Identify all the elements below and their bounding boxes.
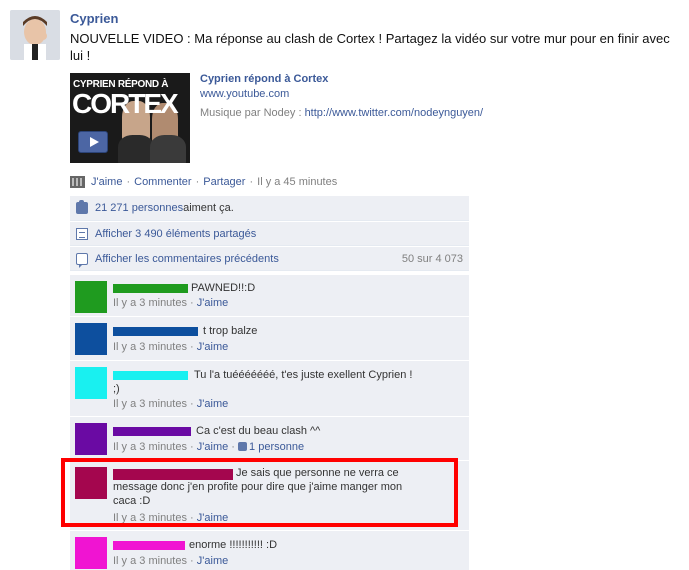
attachment-desc-link[interactable]: http://www.twitter.com/nodeynguyen/	[305, 107, 484, 119]
thumbnail-word: CORTEX	[72, 88, 179, 119]
comment-like-link[interactable]: J'aime	[197, 555, 228, 567]
likes-row: 21 271 personnes aiment ça.	[70, 196, 469, 221]
commenter-name[interactable]	[113, 371, 188, 380]
comment-meta: Il y a 3 minutes · J'aime	[113, 398, 228, 410]
comment-meta: Il y a 3 minutes · J'aime	[113, 297, 228, 309]
shares-link[interactable]: Afficher 3 490 éléments partagés	[95, 228, 256, 240]
author-avatar[interactable]	[10, 10, 60, 60]
comment-like-link[interactable]: J'aime	[197, 441, 228, 453]
comment-likes-text: 1 personne	[249, 441, 305, 453]
likes-count-link[interactable]: 21 271 personnes	[95, 202, 183, 214]
separator: ·	[190, 441, 194, 453]
separator: ·	[231, 441, 235, 453]
previous-comments-row[interactable]: Afficher les commentaires précédents 50 …	[70, 246, 469, 271]
comment-text: Ca c'est du beau clash ^^	[196, 425, 321, 437]
separator: ·	[126, 176, 131, 188]
video-thumbnail[interactable]: CYPRIEN RÉPOND À CORTEX	[70, 73, 190, 163]
play-icon[interactable]	[78, 131, 108, 153]
comment-item: t trop balze Il y a 3 minutes · J'aime	[70, 316, 469, 360]
commenter-avatar[interactable]	[75, 537, 107, 569]
commenter-avatar[interactable]	[75, 323, 107, 355]
comment-like-link[interactable]: J'aime	[197, 297, 228, 309]
highlight-box	[61, 458, 458, 527]
comment-item: enorme !!!!!!!!!!! :D Il y a 3 minutes ·…	[70, 530, 469, 570]
thumbs-up-icon	[76, 200, 88, 214]
comment-count: 50 sur 4 073	[401, 253, 463, 265]
feedback-box: 21 271 personnes aiment ça. Afficher 3 4…	[70, 196, 469, 271]
comment-like-link[interactable]: J'aime	[197, 398, 228, 410]
attachment-desc-prefix: Musique par Nodey :	[200, 107, 305, 119]
attachment-domain[interactable]: www.youtube.com	[200, 88, 289, 100]
likes-suffix: aiment ça.	[183, 202, 234, 214]
attachment-title[interactable]: Cyprien répond à Cortex	[200, 73, 328, 85]
commenter-name[interactable]	[113, 327, 198, 336]
separator: ·	[190, 555, 194, 567]
separator: ·	[190, 341, 194, 353]
comment-item: PAWNED!!:D Il y a 3 minutes · J'aime	[70, 274, 469, 316]
post-action-bar: J'aime · Commenter · Partager · Il y a 4…	[70, 175, 337, 189]
comment-icon	[76, 252, 88, 268]
share-link[interactable]: Partager	[203, 176, 245, 188]
commenter-name[interactable]	[113, 541, 185, 550]
separator: ·	[195, 176, 200, 188]
commenter-avatar[interactable]	[75, 423, 107, 455]
comment-link[interactable]: Commenter	[134, 176, 191, 188]
separator: ·	[190, 398, 194, 410]
shares-row[interactable]: Afficher 3 490 éléments partagés	[70, 221, 469, 246]
comment-like-link[interactable]: J'aime	[197, 341, 228, 353]
separator: ·	[190, 297, 194, 309]
commenter-name[interactable]	[113, 284, 188, 293]
comment-text: enorme !!!!!!!!!!! :D	[189, 539, 278, 551]
attachment-description: Musique par Nodey : http://www.twitter.c…	[200, 107, 483, 119]
post-timestamp[interactable]: Il y a 45 minutes	[257, 176, 337, 188]
commenter-avatar[interactable]	[75, 281, 107, 313]
post-message: NOUVELLE VIDEO : Ma réponse au clash de …	[70, 31, 670, 63]
separator: ·	[249, 176, 254, 188]
comment-item: Ca c'est du beau clash ^^ Il y a 3 minut…	[70, 416, 469, 460]
comment-time[interactable]: Il y a 3 minutes	[113, 555, 187, 567]
comment-text-line1: Tu l'a tuééééééé, t'es juste exellent Cy…	[194, 369, 413, 381]
comment-text: t trop balze	[203, 325, 258, 337]
video-film-icon	[70, 176, 85, 188]
comment-likes-count[interactable]: 1 personne	[238, 441, 304, 453]
comment-time[interactable]: Il y a 3 minutes	[113, 341, 187, 353]
like-link[interactable]: J'aime	[91, 176, 122, 188]
author-name[interactable]: Cyprien	[70, 11, 118, 26]
comment-meta: Il y a 3 minutes · J'aime	[113, 555, 228, 567]
comment-meta: Il y a 3 minutes · J'aime	[113, 341, 228, 353]
comment-time[interactable]: Il y a 3 minutes	[113, 398, 187, 410]
share-icon	[76, 227, 88, 240]
comment-item: Tu l'a tuééééééé, t'es juste exellent Cy…	[70, 360, 469, 416]
comment-text: PAWNED!!:D	[191, 282, 256, 294]
comment-time[interactable]: Il y a 3 minutes	[113, 297, 187, 309]
comment-text-line2: ;)	[113, 383, 120, 395]
commenter-avatar[interactable]	[75, 367, 107, 399]
commenter-name[interactable]	[113, 427, 191, 436]
previous-comments-link[interactable]: Afficher les commentaires précédents	[95, 253, 279, 265]
thumbs-up-icon	[238, 442, 248, 451]
comment-time[interactable]: Il y a 3 minutes	[113, 441, 187, 453]
comment-meta: Il y a 3 minutes · J'aime · 1 personne	[113, 441, 304, 453]
